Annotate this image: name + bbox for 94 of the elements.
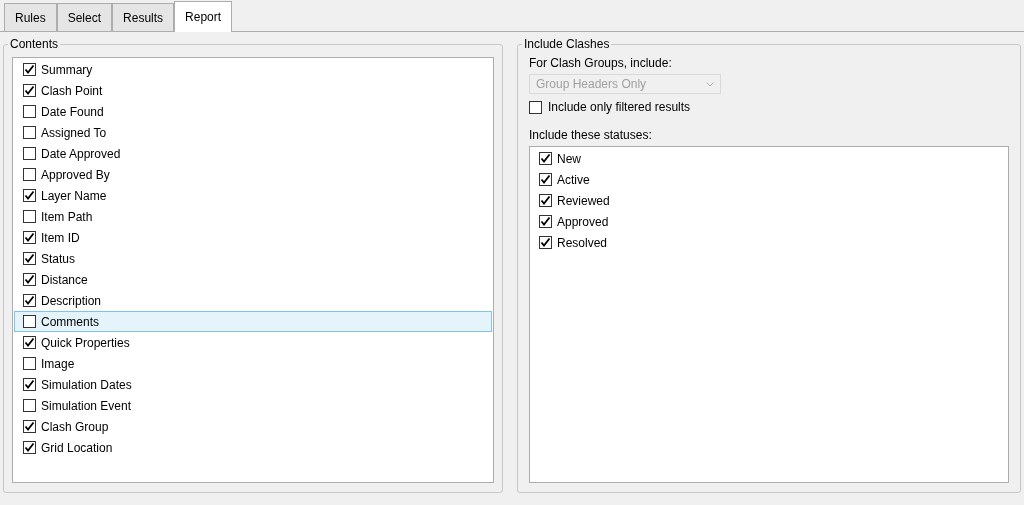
checkbox[interactable] [23,126,36,139]
item-label: Image [41,355,75,373]
item-label: Layer Name [41,187,107,205]
checkmark-icon [24,442,35,453]
item-label: Assigned To [41,124,107,142]
tab[interactable]: Results [112,3,175,31]
checkbox[interactable] [539,236,552,249]
checkbox[interactable] [23,378,36,391]
list-item[interactable]: Item Path [14,206,492,227]
tab[interactable]: Report [174,1,233,32]
checkbox[interactable] [23,441,36,454]
item-label: Simulation Dates [41,376,132,394]
list-item[interactable]: Simulation Event [14,395,492,416]
item-label: Clash Point [41,82,103,100]
item-label: Distance [41,271,88,289]
group-title: Contents [8,37,61,51]
item-label: Quick Properties [41,334,130,352]
checkmark-icon [24,337,35,348]
list-item[interactable]: Grid Location [14,437,492,458]
checkbox[interactable] [23,231,36,244]
checkbox[interactable] [23,105,36,118]
item-label: Description [41,292,102,310]
checkbox[interactable] [23,189,36,202]
group-title: Include Clashes [522,37,612,51]
list-item[interactable]: Simulation Dates [14,374,492,395]
checkbox[interactable] [539,152,552,165]
checkbox[interactable] [23,315,36,328]
list-item[interactable]: Comments [14,311,492,332]
checkmark-icon [540,195,551,206]
checkbox[interactable] [23,273,36,286]
item-label: Resolved [557,234,608,252]
checkbox-label: Include only filtered results [548,99,691,116]
checkbox[interactable] [23,84,36,97]
checkmark-icon [24,85,35,96]
item-label: Item Path [41,208,93,226]
item-label: Reviewed [557,192,610,210]
item-label: Active [557,171,590,189]
checkmark-icon [24,379,35,390]
checkbox[interactable] [23,420,36,433]
item-label: Clash Group [41,418,109,436]
checkmark-icon [24,421,35,432]
checkmark-icon [24,253,35,264]
checkbox[interactable] [23,357,36,370]
checkbox[interactable] [539,173,552,186]
item-label: Comments [41,313,99,331]
tab[interactable]: Rules [4,3,57,31]
list-item[interactable]: Date Approved [14,143,492,164]
item-label: Summary [41,61,93,79]
checkbox[interactable] [23,399,36,412]
checkmark-icon [540,174,551,185]
list-item[interactable]: Quick Properties [14,332,492,353]
list-item[interactable]: Clash Point [14,80,492,101]
list-item[interactable]: Status [14,248,492,269]
item-label: Grid Location [41,439,113,457]
field-label: For Clash Groups, include: [529,55,672,71]
item-label: Status [41,250,76,268]
checkmark-icon [540,237,551,248]
list-item[interactable]: Clash Group [14,416,492,437]
checkbox[interactable] [23,168,36,181]
item-label: Date Found [41,103,104,121]
checkbox[interactable] [539,194,552,207]
item-label: Item ID [41,229,80,247]
item-label: New [557,150,581,168]
checkmark-icon [24,274,35,285]
list-item[interactable]: Layer Name [14,185,492,206]
checkmark-icon [540,153,551,164]
list-item[interactable]: Approved By [14,164,492,185]
checkbox[interactable] [23,63,36,76]
checkbox[interactable] [23,336,36,349]
list-item[interactable]: Date Found [14,101,492,122]
tab[interactable]: Select [56,3,113,31]
list-item[interactable]: Assigned To [14,122,492,143]
item-label: Approved By [41,166,110,184]
chevron-down-icon [706,81,714,87]
item-label: Simulation Event [41,397,132,415]
checkbox[interactable] [23,147,36,160]
list-item[interactable]: Description [14,290,492,311]
checkbox[interactable] [23,210,36,223]
item-label: Date Approved [41,145,121,163]
list-item[interactable]: Item ID [14,227,492,248]
checkmark-icon [540,216,551,227]
checkmark-icon [24,295,35,306]
checkbox[interactable] [23,252,36,265]
checkbox[interactable] [529,100,542,114]
checkbox[interactable] [23,294,36,307]
checkbox[interactable] [539,215,552,228]
checkmark-icon [24,232,35,243]
field-label: Include these statuses: [529,127,652,143]
item-label: Approved [557,213,609,231]
checkmark-icon [24,64,35,75]
list-item[interactable]: Image [14,353,492,374]
checkmark-icon [24,190,35,201]
list-item[interactable]: Summary [14,59,492,80]
list-item[interactable]: Distance [14,269,492,290]
